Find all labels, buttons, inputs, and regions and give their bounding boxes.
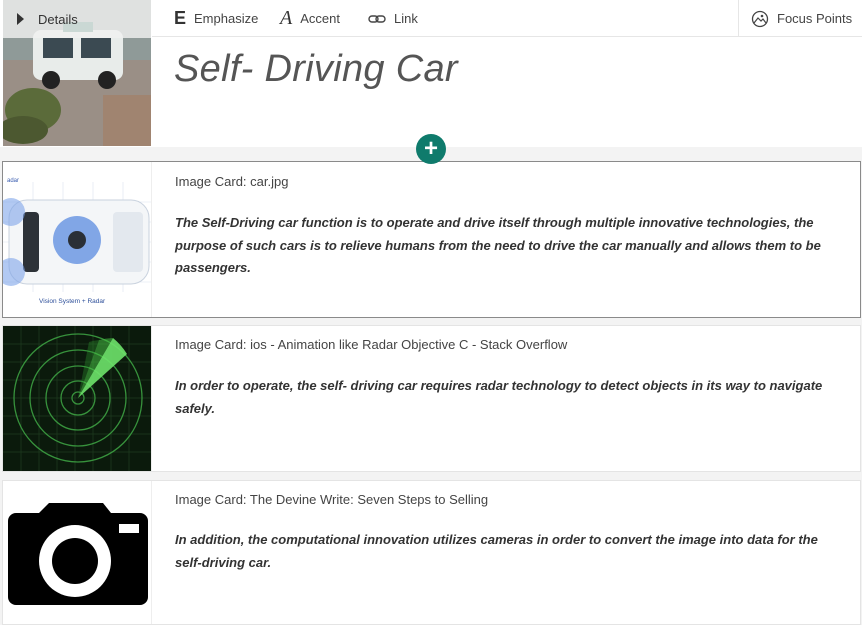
card-body-text[interactable]: The Self-Driving car function is to oper…	[175, 212, 835, 280]
emphasize-icon: E	[174, 8, 187, 28]
page-title[interactable]: Self- Driving Car	[174, 48, 458, 91]
svg-text:adar: adar	[7, 178, 19, 184]
details-label: Details	[38, 11, 78, 27]
emphasize-button[interactable]: E Emphasize	[174, 0, 258, 37]
accent-button[interactable]: A Accent	[280, 0, 340, 37]
card-thumbnail-radar[interactable]	[3, 326, 152, 471]
image-card[interactable]: Image Card: ios - Animation like Radar O…	[2, 325, 861, 472]
emphasize-label: Emphasize	[194, 11, 259, 26]
card-caption: Image Card: The Devine Write: Seven Step…	[175, 492, 489, 507]
image-card[interactable]: adar Vision System + Radar Image Card: c…	[2, 161, 861, 318]
card-thumbnail-car[interactable]: adar Vision System + Radar	[3, 162, 152, 317]
caret-right-icon	[17, 13, 24, 25]
camera-icon	[3, 481, 151, 624]
card-body-text[interactable]: In addition, the computational innovatio…	[175, 529, 835, 574]
image-card[interactable]: Image Card: The Devine Write: Seven Step…	[2, 480, 861, 625]
link-button[interactable]: Link	[368, 0, 418, 37]
focus-points-label: Focus Points	[777, 11, 853, 26]
details-button[interactable]: Details	[3, 0, 151, 38]
focus-points-icon	[751, 10, 769, 28]
thumb-vision-label: Vision System + Radar	[39, 298, 106, 305]
format-toolbar: E Emphasize A Accent Link Focus Points	[152, 0, 862, 37]
card-thumbnail-camera[interactable]	[3, 481, 152, 624]
card-caption: Image Card: car.jpg	[175, 174, 289, 189]
card-body-text[interactable]: In order to operate, the self- driving c…	[175, 375, 835, 420]
link-label: Link	[394, 11, 418, 26]
plus-icon: +	[423, 135, 438, 162]
top-section: Details E Emphasize A Accent Link Focus …	[0, 0, 862, 147]
accent-icon: A	[280, 7, 293, 29]
add-card-button[interactable]: +	[416, 134, 446, 164]
link-icon	[368, 13, 386, 25]
accent-label: Accent	[300, 11, 340, 26]
focus-points-button[interactable]: Focus Points	[738, 0, 862, 37]
card-caption: Image Card: ios - Animation like Radar O…	[175, 337, 568, 352]
